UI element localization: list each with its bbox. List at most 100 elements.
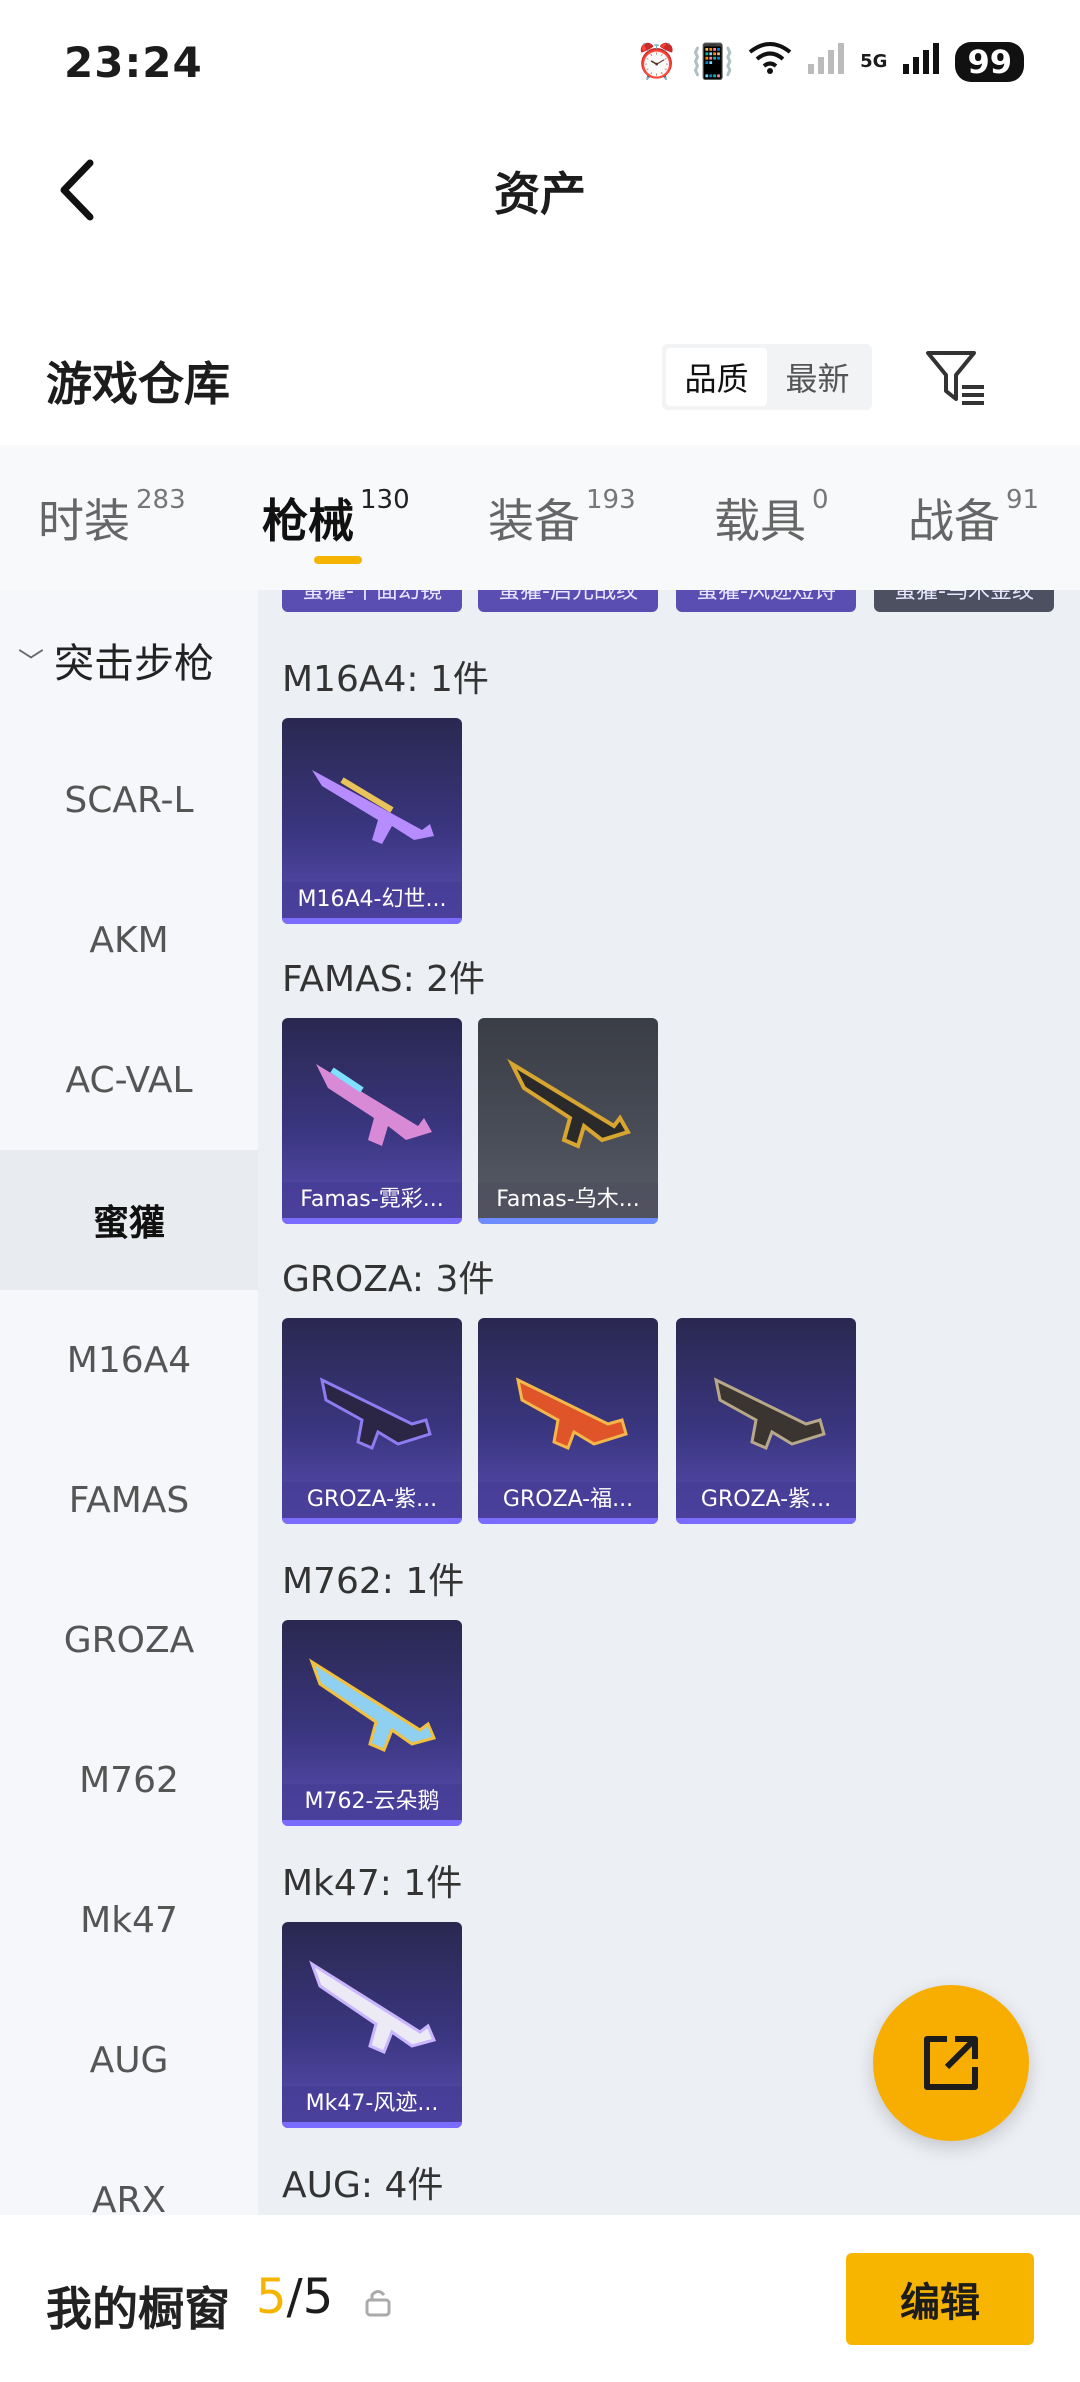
skin-name: M16A4-幻世... — [282, 882, 462, 918]
skin-card-partial[interactable]: 蜜獾-启元战纹 — [478, 590, 658, 612]
sidebar-group-label: 突击步枪 — [54, 641, 215, 687]
group-title-aug: AUG: 4件 — [282, 2165, 444, 2206]
sidebar-item-m16a4[interactable]: M16A4 — [0, 1290, 258, 1430]
tab-count: 91 — [1006, 485, 1040, 515]
skin-name: Famas-乌木... — [478, 1182, 658, 1218]
skin-name: Mk47-风迹... — [282, 2086, 462, 2122]
skin-card[interactable]: Famas-霓彩... — [282, 1018, 462, 1224]
network-type: 5G — [860, 51, 888, 72]
skin-name: GROZA-紫... — [676, 1482, 856, 1518]
skin-card[interactable]: GROZA-福... — [478, 1318, 658, 1524]
sidebar-item-aug[interactable]: AUG — [0, 1990, 258, 2130]
sidebar-item-ac-val[interactable]: AC-VAL — [0, 1010, 258, 1150]
sidebar-item-scar-l[interactable]: SCAR-L — [0, 730, 258, 870]
rifle-icon — [316, 1064, 432, 1146]
tab-equipment[interactable]: 装备 193 — [488, 485, 636, 551]
external-link-icon — [924, 2036, 978, 2090]
page-title: 资产 — [494, 167, 586, 221]
skin-card-partial[interactable]: 蜜獾-千面幻镜 — [282, 590, 462, 612]
warehouse-title: 游戏仓库 — [46, 357, 230, 411]
rifle-icon — [319, 1377, 432, 1450]
rarity-bar — [478, 1218, 658, 1224]
signal-2-icon — [901, 40, 941, 83]
active-tab-indicator — [314, 556, 362, 564]
tab-count: 283 — [136, 485, 186, 515]
rifle-icon — [309, 1658, 437, 1752]
rifle-icon — [507, 1058, 631, 1149]
nav-header: 资产 — [0, 120, 1080, 260]
skin-name: GROZA-福... — [478, 1482, 658, 1518]
status-bar: 23:24 ⏰ 📳 5G 99 — [0, 0, 1080, 120]
group-title-mk47: Mk47: 1件 — [282, 1863, 463, 1904]
sidebar-item-honey-badger[interactable]: 蜜獾 — [0, 1150, 258, 1290]
tab-label: 枪械 — [262, 494, 354, 548]
skin-card[interactable]: GROZA-紫... — [282, 1318, 462, 1524]
tab-fashion[interactable]: 时装 283 — [38, 485, 186, 551]
weapon-sidebar: ﹀ 突击步枪 SCAR-L AKM AC-VAL 蜜獾 M16A4 FAMAS G… — [0, 590, 258, 2215]
sidebar-item-groza[interactable]: GROZA — [0, 1570, 258, 1710]
rifle-icon — [713, 1377, 826, 1450]
signal-1-icon — [806, 40, 846, 83]
tab-weapons[interactable]: 枪械 130 — [262, 485, 410, 551]
tab-supplies[interactable]: 战备 91 — [908, 485, 1039, 551]
skin-name: GROZA-紫... — [282, 1482, 462, 1518]
sort-toggle: 品质 最新 — [662, 344, 872, 410]
filter-button[interactable] — [922, 345, 992, 411]
group-title-groza: GROZA: 3件 — [282, 1259, 495, 1300]
sidebar-item-mk47[interactable]: Mk47 — [0, 1850, 258, 1990]
sort-quality-button[interactable]: 品质 — [666, 348, 767, 406]
group-title-m762: M762: 1件 — [282, 1561, 465, 1602]
skin-name: M762-云朵鹅 — [282, 1784, 462, 1820]
alarm-icon: ⏰ — [635, 41, 678, 82]
tab-vehicles[interactable]: 载具 0 — [714, 485, 829, 551]
group-title-m16a4: M16A4: 1件 — [282, 659, 489, 700]
skin-card-partial[interactable]: 蜜獾-乌木金纹 — [874, 590, 1054, 612]
vibrate-icon: 📳 — [691, 41, 735, 82]
chevron-down-icon: ﹀ — [18, 647, 45, 678]
status-time: 23:24 — [64, 38, 203, 87]
rarity-bar — [282, 918, 462, 924]
sidebar-item-famas[interactable]: FAMAS — [0, 1430, 258, 1570]
status-icons: ⏰ 📳 5G 99 — [635, 40, 1024, 83]
tab-count: 130 — [360, 485, 410, 515]
rarity-bar — [478, 1518, 658, 1524]
share-button[interactable] — [873, 1985, 1029, 2141]
filter-icon — [926, 351, 984, 405]
rarity-bar — [282, 1218, 462, 1224]
edit-button[interactable]: 编辑 — [846, 2253, 1034, 2345]
rarity-bar — [282, 1820, 462, 1826]
skin-card[interactable]: GROZA-紫... — [676, 1318, 856, 1524]
showcase-used: 5 — [256, 2269, 287, 2325]
weapon-skin-list: 蜜獾-千面幻镜 蜜獾-启元战纹 蜜獾-风迹短诗 蜜獾-乌木金纹 M16A4: 1… — [258, 590, 1080, 2215]
skin-card[interactable]: M16A4-幻世... — [282, 718, 462, 924]
sidebar-item-akm[interactable]: AKM — [0, 870, 258, 1010]
skin-card[interactable]: M762-云朵鹅 — [282, 1620, 462, 1826]
rifle-icon — [312, 770, 434, 844]
skin-card-partial[interactable]: 蜜獾-风迹短诗 — [676, 590, 856, 612]
group-title-famas: FAMAS: 2件 — [282, 959, 486, 1000]
category-tabs: 时装 283 枪械 130 装备 193 载具 0 战备 91 — [0, 445, 1080, 590]
showcase-total: /5 — [286, 2269, 334, 2325]
bottom-bar: 我的橱窗 5/5 编辑 — [0, 2215, 1080, 2382]
tab-label: 时装 — [38, 494, 130, 548]
showcase-count: 5/5 — [256, 2269, 333, 2325]
battery-indicator: 99 — [955, 41, 1024, 82]
sidebar-group-assault-rifles[interactable]: ﹀ 突击步枪 — [0, 590, 258, 730]
skin-card[interactable]: Mk47-风迹... — [282, 1922, 462, 2128]
rifle-icon — [309, 1960, 437, 2054]
tab-label: 装备 — [488, 494, 580, 548]
rarity-bar — [676, 1518, 856, 1524]
tab-count: 0 — [812, 485, 829, 515]
tab-count: 193 — [586, 485, 636, 515]
skin-name: Famas-霓彩... — [282, 1182, 462, 1218]
rarity-bar — [282, 1518, 462, 1524]
sidebar-item-m762[interactable]: M762 — [0, 1710, 258, 1850]
lock-icon — [364, 2287, 392, 2321]
sort-latest-button[interactable]: 最新 — [767, 348, 868, 406]
wifi-icon — [748, 40, 792, 83]
skin-card[interactable]: Famas-乌木... — [478, 1018, 658, 1224]
tab-label: 战备 — [908, 494, 1000, 548]
rifle-icon — [515, 1377, 628, 1450]
tab-label: 载具 — [714, 494, 806, 548]
sidebar-item-arx[interactable]: ARX — [0, 2130, 258, 2216]
